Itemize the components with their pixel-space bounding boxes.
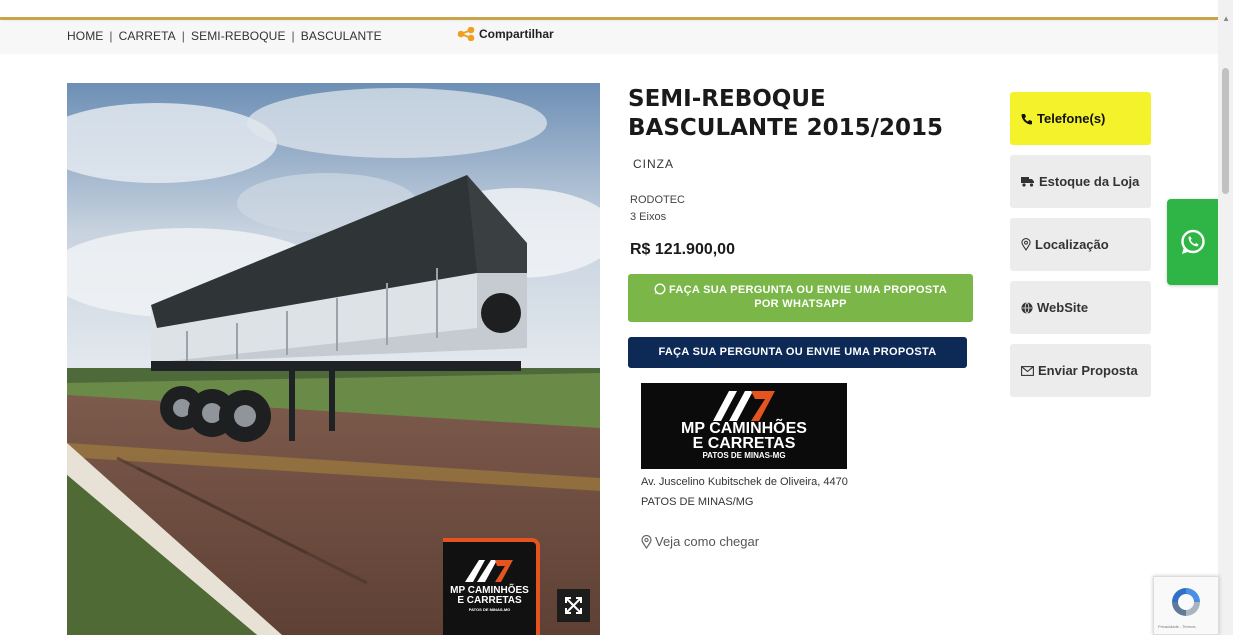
whatsapp-floating-button[interactable] — [1167, 199, 1219, 285]
website-button[interactable]: WebSite — [1010, 281, 1151, 334]
directions-link[interactable]: Veja como chegar — [641, 534, 759, 549]
breadcrumb-semi-reboque[interactable]: SEMI-REBOQUE — [191, 29, 286, 43]
breadcrumb-separator: | — [109, 29, 113, 43]
store-stock-label: Estoque da Loja — [1039, 174, 1140, 189]
whatsapp-icon — [1181, 229, 1205, 254]
whatsapp-icon — [654, 283, 666, 295]
dealer-logo-line1: MP CAMINHÕES — [681, 420, 807, 437]
listing-title: SEMI-REBOQUE BASCULANTE 2015/2015 — [628, 86, 943, 141]
location-label: Localização — [1035, 237, 1109, 252]
breadcrumb: HOME | CARRETA | SEMI-REBOQUE | BASCULANTE — [67, 29, 382, 43]
listing-brand: RODOTEC — [630, 194, 685, 206]
breadcrumb-bar: HOME | CARRETA | SEMI-REBOQUE | BASCULANTE Com… — [0, 22, 1218, 54]
watermark-logo: MP CAMINHÕES E CARRETAS PATOS DE MINAS-M… — [443, 538, 540, 635]
watermark-line2: E CARRETAS — [457, 595, 522, 606]
phone-label: Telefone(s) — [1037, 111, 1106, 126]
breadcrumb-separator: | — [291, 29, 295, 43]
share-label: Compartilhar — [479, 27, 554, 41]
truck-icon — [1021, 177, 1034, 187]
store-stock-button[interactable]: Estoque da Loja — [1010, 155, 1151, 208]
whatsapp-button-line2: POR WHATSAPP — [754, 298, 847, 310]
directions-label: Veja como chegar — [655, 534, 760, 549]
share-icon — [457, 27, 475, 41]
dealer-logo-line3: PATOS DE MINAS-MG — [702, 451, 786, 460]
breadcrumb-carreta[interactable]: CARRETA — [119, 29, 176, 43]
send-proposal-side-button[interactable]: Enviar Proposta — [1010, 344, 1151, 397]
page-scrollbar[interactable]: ▲ — [1218, 0, 1233, 635]
recaptcha-badge[interactable]: Privacidade - Termos — [1153, 576, 1219, 635]
listing-axles: 3 Eixos — [630, 211, 667, 223]
recaptcha-label: Privacidade - Termos — [1158, 624, 1196, 629]
map-pin-icon — [641, 534, 652, 549]
breadcrumb-basculante[interactable]: BASCULANTE — [301, 29, 382, 43]
listing-price: R$ 121.900,00 — [630, 241, 735, 258]
envelope-icon — [1021, 365, 1034, 376]
phone-icon — [1021, 113, 1032, 124]
send-proposal-button[interactable]: FAÇA SUA PERGUNTA OU ENVIE UMA PROPOSTA — [628, 337, 967, 368]
phone-button[interactable]: Telefone(s) — [1010, 92, 1151, 145]
website-label: WebSite — [1037, 300, 1089, 315]
send-proposal-side-label: Enviar Proposta — [1038, 363, 1138, 378]
logo-mark-icon — [465, 560, 513, 582]
dealer-logo-line2: E CARRETAS — [692, 435, 796, 452]
top-header-strip — [0, 0, 1218, 20]
expand-icon — [565, 597, 582, 614]
whatsapp-button-line1: FAÇA SUA PERGUNTA OU ENVIE UMA PROPOSTA — [669, 284, 947, 296]
whatsapp-question-button[interactable]: FAÇA SUA PERGUNTA OU ENVIE UMA PROPOSTA … — [628, 274, 973, 322]
dealer-address: Av. Juscelino Kubitschek de Oliveira, 44… — [641, 476, 848, 488]
globe-icon — [1021, 301, 1033, 314]
share-button[interactable]: Compartilhar — [457, 27, 554, 41]
vehicle-photo[interactable]: MP CAMINHÕES E CARRETAS PATOS DE MINAS-M… — [67, 83, 600, 635]
watermark-line3: PATOS DE MINAS-MG — [468, 607, 511, 612]
scrollbar-thumb[interactable] — [1222, 68, 1229, 194]
breadcrumb-home[interactable]: HOME — [67, 29, 103, 43]
location-button[interactable]: Localização — [1010, 218, 1151, 271]
fullscreen-button[interactable] — [557, 589, 590, 622]
recaptcha-icon — [1172, 588, 1200, 616]
listing-color: CINZA — [633, 157, 674, 171]
scroll-up-arrow-icon[interactable]: ▲ — [1222, 14, 1230, 23]
dealer-city: PATOS DE MINAS/MG — [641, 496, 754, 508]
location-pin-icon — [1021, 238, 1031, 251]
dealer-logo[interactable]: MP CAMINHÕES E CARRETAS PATOS DE MINAS-M… — [641, 383, 847, 469]
breadcrumb-separator: | — [181, 29, 185, 43]
